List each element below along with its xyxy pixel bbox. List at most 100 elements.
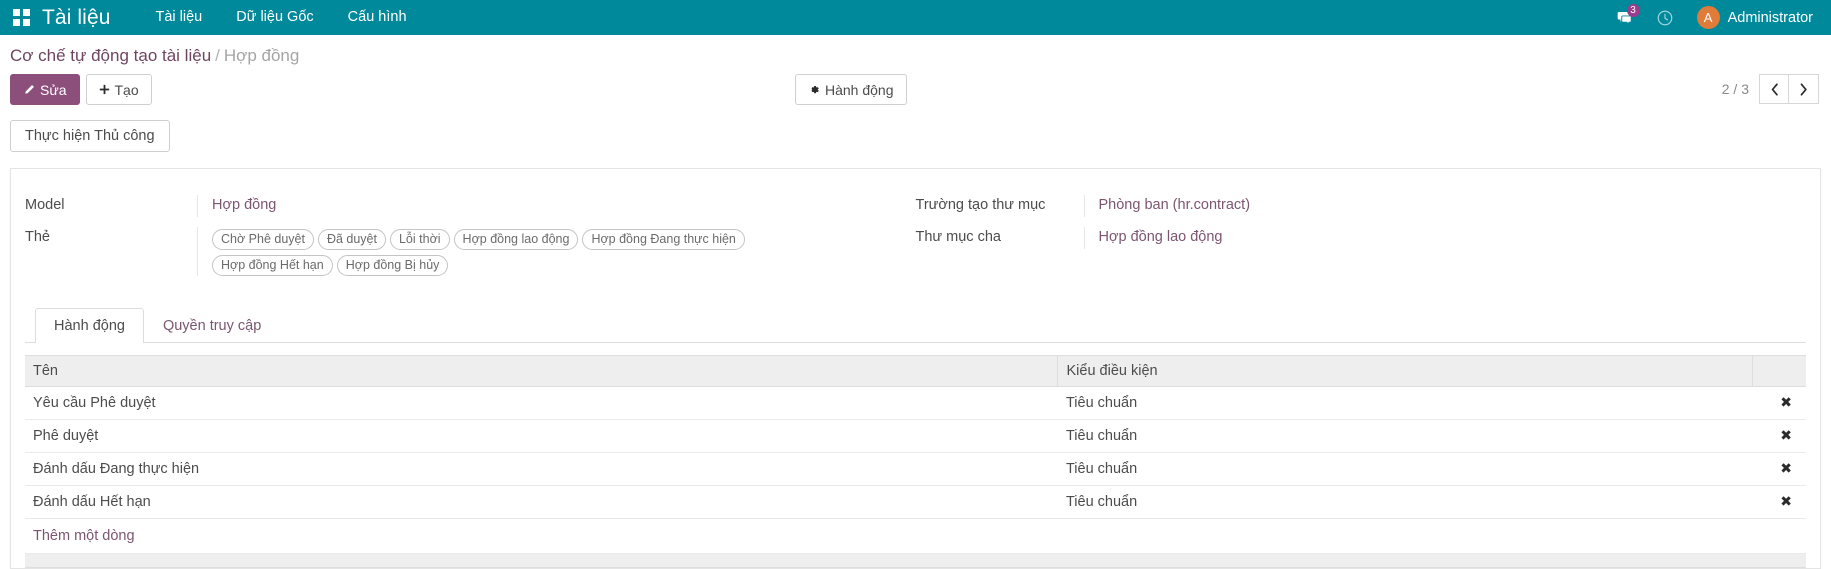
action-menu-area: Hành động	[795, 74, 907, 105]
cell-condition-type: Tiêu chuẩn	[1057, 419, 1753, 453]
cell-condition-type: Tiêu chuẩn	[1057, 452, 1753, 486]
field-tags: Thẻ Chờ Phê duyệt Đã duyệt Lỗi thời Hợp …	[25, 227, 886, 276]
avatar: A	[1696, 6, 1720, 29]
tab-access-rights[interactable]: Quyền truy cập	[144, 308, 280, 343]
cell-delete: ✖	[1752, 452, 1806, 486]
list-footer-band	[25, 554, 1806, 568]
plus-icon	[99, 84, 109, 95]
actions-list-body: Yêu cầu Phê duyệt Tiêu chuẩn ✖ Phê duyệt…	[25, 386, 1806, 554]
table-row[interactable]: Đánh dấu Đang thực hiện Tiêu chuẩn ✖	[25, 452, 1806, 486]
field-model-label: Model	[25, 197, 65, 213]
field-tags-value[interactable]: Chờ Phê duyệt Đã duyệt Lỗi thời Hợp đồng…	[197, 227, 886, 276]
apps-menu-button[interactable]	[0, 0, 42, 35]
add-row-cell: Thêm một dòng	[25, 518, 1806, 554]
breadcrumb-separator: /	[215, 46, 220, 65]
cell-delete: ✖	[1752, 419, 1806, 453]
manual-run-button[interactable]: Thực hiện Thủ công	[10, 120, 170, 152]
table-row[interactable]: Đánh dấu Hết hạn Tiêu chuẩn ✖	[25, 485, 1806, 519]
user-name-label: Administrator	[1727, 9, 1813, 26]
app-brand-title: Tài liệu	[42, 5, 111, 29]
pager-next-button[interactable]	[1789, 74, 1819, 104]
navbar-right-area: 3 A Administrator	[1607, 0, 1817, 35]
pager-value: 2 / 3	[1721, 81, 1749, 97]
tag-item[interactable]: Hợp đồng Bị hủy	[336, 255, 449, 276]
table-row[interactable]: Phê duyệt Tiêu chuẩn ✖	[25, 419, 1806, 453]
actions-list-table: Tên Kiểu điều kiện Yêu cầu Phê duyệt Tiê…	[25, 355, 1806, 554]
cell-name: Đánh dấu Đang thực hiện	[25, 452, 1058, 486]
form-column-right: Trường tạo thư mục Phòng ban (hr.contrac…	[916, 195, 1807, 286]
actions-list-header: Tên Kiểu điều kiện	[25, 355, 1806, 387]
cell-condition-type: Tiêu chuẩn	[1057, 386, 1753, 420]
tag-item[interactable]: Đã duyệt	[317, 229, 386, 250]
messages-button[interactable]: 3	[1607, 0, 1643, 35]
user-menu[interactable]: A Administrator	[1687, 0, 1817, 35]
cell-name: Yêu cầu Phê duyệt	[25, 386, 1058, 420]
cell-delete: ✖	[1752, 485, 1806, 519]
pager-previous-button[interactable]	[1759, 74, 1789, 104]
remove-x-icon[interactable]: ✖	[1780, 394, 1792, 410]
menu-item-master-data[interactable]: Dữ liệu Gốc	[219, 0, 330, 35]
form-sheet: Model Hợp đồng Thẻ Chờ Phê duyệt Đã duyệ…	[10, 168, 1821, 569]
breadcrumb-current: Hợp đồng	[223, 46, 300, 65]
pager: 2 / 3	[1722, 74, 1819, 104]
field-model: Model Hợp đồng	[25, 195, 886, 217]
pager-buttons	[1759, 74, 1819, 104]
tag-item[interactable]: Lỗi thời	[389, 229, 450, 250]
tag-item[interactable]: Chờ Phê duyệt	[212, 229, 314, 250]
column-header-actions	[1752, 355, 1806, 387]
chevron-right-icon	[1800, 82, 1807, 96]
tag-item[interactable]: Hợp đồng Hết hạn	[212, 255, 333, 276]
remove-x-icon[interactable]: ✖	[1780, 427, 1792, 443]
gear-icon	[811, 85, 819, 93]
menu-item-documents[interactable]: Tài liệu	[139, 0, 220, 35]
action-menu-label: Hành động	[825, 81, 894, 98]
record-buttons: Sửa Tạo	[10, 74, 152, 105]
add-row[interactable]: Thêm một dòng	[25, 518, 1806, 554]
edit-button-label: Sửa	[40, 81, 67, 98]
cell-delete: ✖	[1752, 386, 1806, 420]
create-button-label: Tạo	[114, 81, 139, 98]
top-navbar: Tài liệu Tài liệu Dữ liệu Gốc Cấu hình 3…	[0, 0, 1831, 35]
clock-icon	[1657, 10, 1672, 25]
edit-button[interactable]: Sửa	[10, 74, 80, 105]
tab-actions[interactable]: Hành động	[35, 308, 144, 343]
notebook: Hành động Quyền truy cập Tên Kiểu điều k…	[25, 308, 1806, 568]
column-header-name[interactable]: Tên	[25, 355, 1058, 387]
messages-badge: 3	[1626, 4, 1640, 17]
notebook-tabs: Hành động Quyền truy cập	[25, 308, 1806, 343]
form-fields-grid: Model Hợp đồng Thẻ Chờ Phê duyệt Đã duyệ…	[25, 195, 1806, 286]
field-folder-creation: Trường tạo thư mục Phòng ban (hr.contrac…	[916, 195, 1777, 217]
table-row[interactable]: Yêu cầu Phê duyệt Tiêu chuẩn ✖	[25, 386, 1806, 420]
create-button[interactable]: Tạo	[85, 74, 152, 105]
menu-item-configuration[interactable]: Cấu hình	[331, 0, 424, 35]
form-sheet-wrapper: Model Hợp đồng Thẻ Chờ Phê duyệt Đã duyệ…	[0, 168, 1831, 569]
tag-item[interactable]: Hợp đồng lao động	[453, 229, 579, 250]
remove-x-icon[interactable]: ✖	[1780, 460, 1792, 476]
action-menu-button[interactable]: Hành động	[795, 74, 907, 105]
field-folder-creation-value[interactable]: Phòng ban (hr.contract)	[1083, 195, 1777, 217]
field-tags-label: Thẻ	[25, 229, 50, 245]
form-column-left: Model Hợp đồng Thẻ Chờ Phê duyệt Đã duyệ…	[25, 195, 916, 286]
table-header-row: Tên Kiểu điều kiện	[25, 355, 1806, 387]
column-header-condition-type[interactable]: Kiểu điều kiện	[1057, 355, 1753, 387]
add-a-line-link[interactable]: Thêm một dòng	[33, 528, 135, 544]
cell-condition-type: Tiêu chuẩn	[1057, 485, 1753, 519]
activities-button[interactable]	[1647, 0, 1683, 35]
apps-grid-icon	[12, 9, 30, 26]
breadcrumb: Cơ chế tự động tạo tài liệu / Hợp đồng	[0, 35, 1831, 74]
chevron-left-icon	[1771, 82, 1778, 96]
remove-x-icon[interactable]: ✖	[1780, 493, 1792, 509]
pencil-icon	[25, 84, 34, 94]
tag-list: Chờ Phê duyệt Đã duyệt Lỗi thời Hợp đồng…	[212, 229, 832, 276]
field-parent-folder-value[interactable]: Hợp đồng lao động	[1083, 227, 1777, 249]
field-parent-folder-label: Thư mục cha	[915, 229, 1001, 245]
control-panel: Sửa Tạo Hành động 2 / 3	[0, 74, 1831, 108]
statusbar: Thực hiện Thủ công	[0, 108, 1831, 152]
field-model-value[interactable]: Hợp đồng	[197, 195, 886, 217]
cell-name: Phê duyệt	[25, 419, 1058, 453]
field-parent-folder: Thư mục cha Hợp đồng lao động	[916, 227, 1777, 249]
breadcrumb-root-link[interactable]: Cơ chế tự động tạo tài liệu	[10, 46, 211, 65]
field-folder-creation-label: Trường tạo thư mục	[915, 197, 1046, 213]
tag-item[interactable]: Hợp đồng Đang thực hiện	[582, 229, 745, 250]
cell-name: Đánh dấu Hết hạn	[25, 485, 1058, 519]
